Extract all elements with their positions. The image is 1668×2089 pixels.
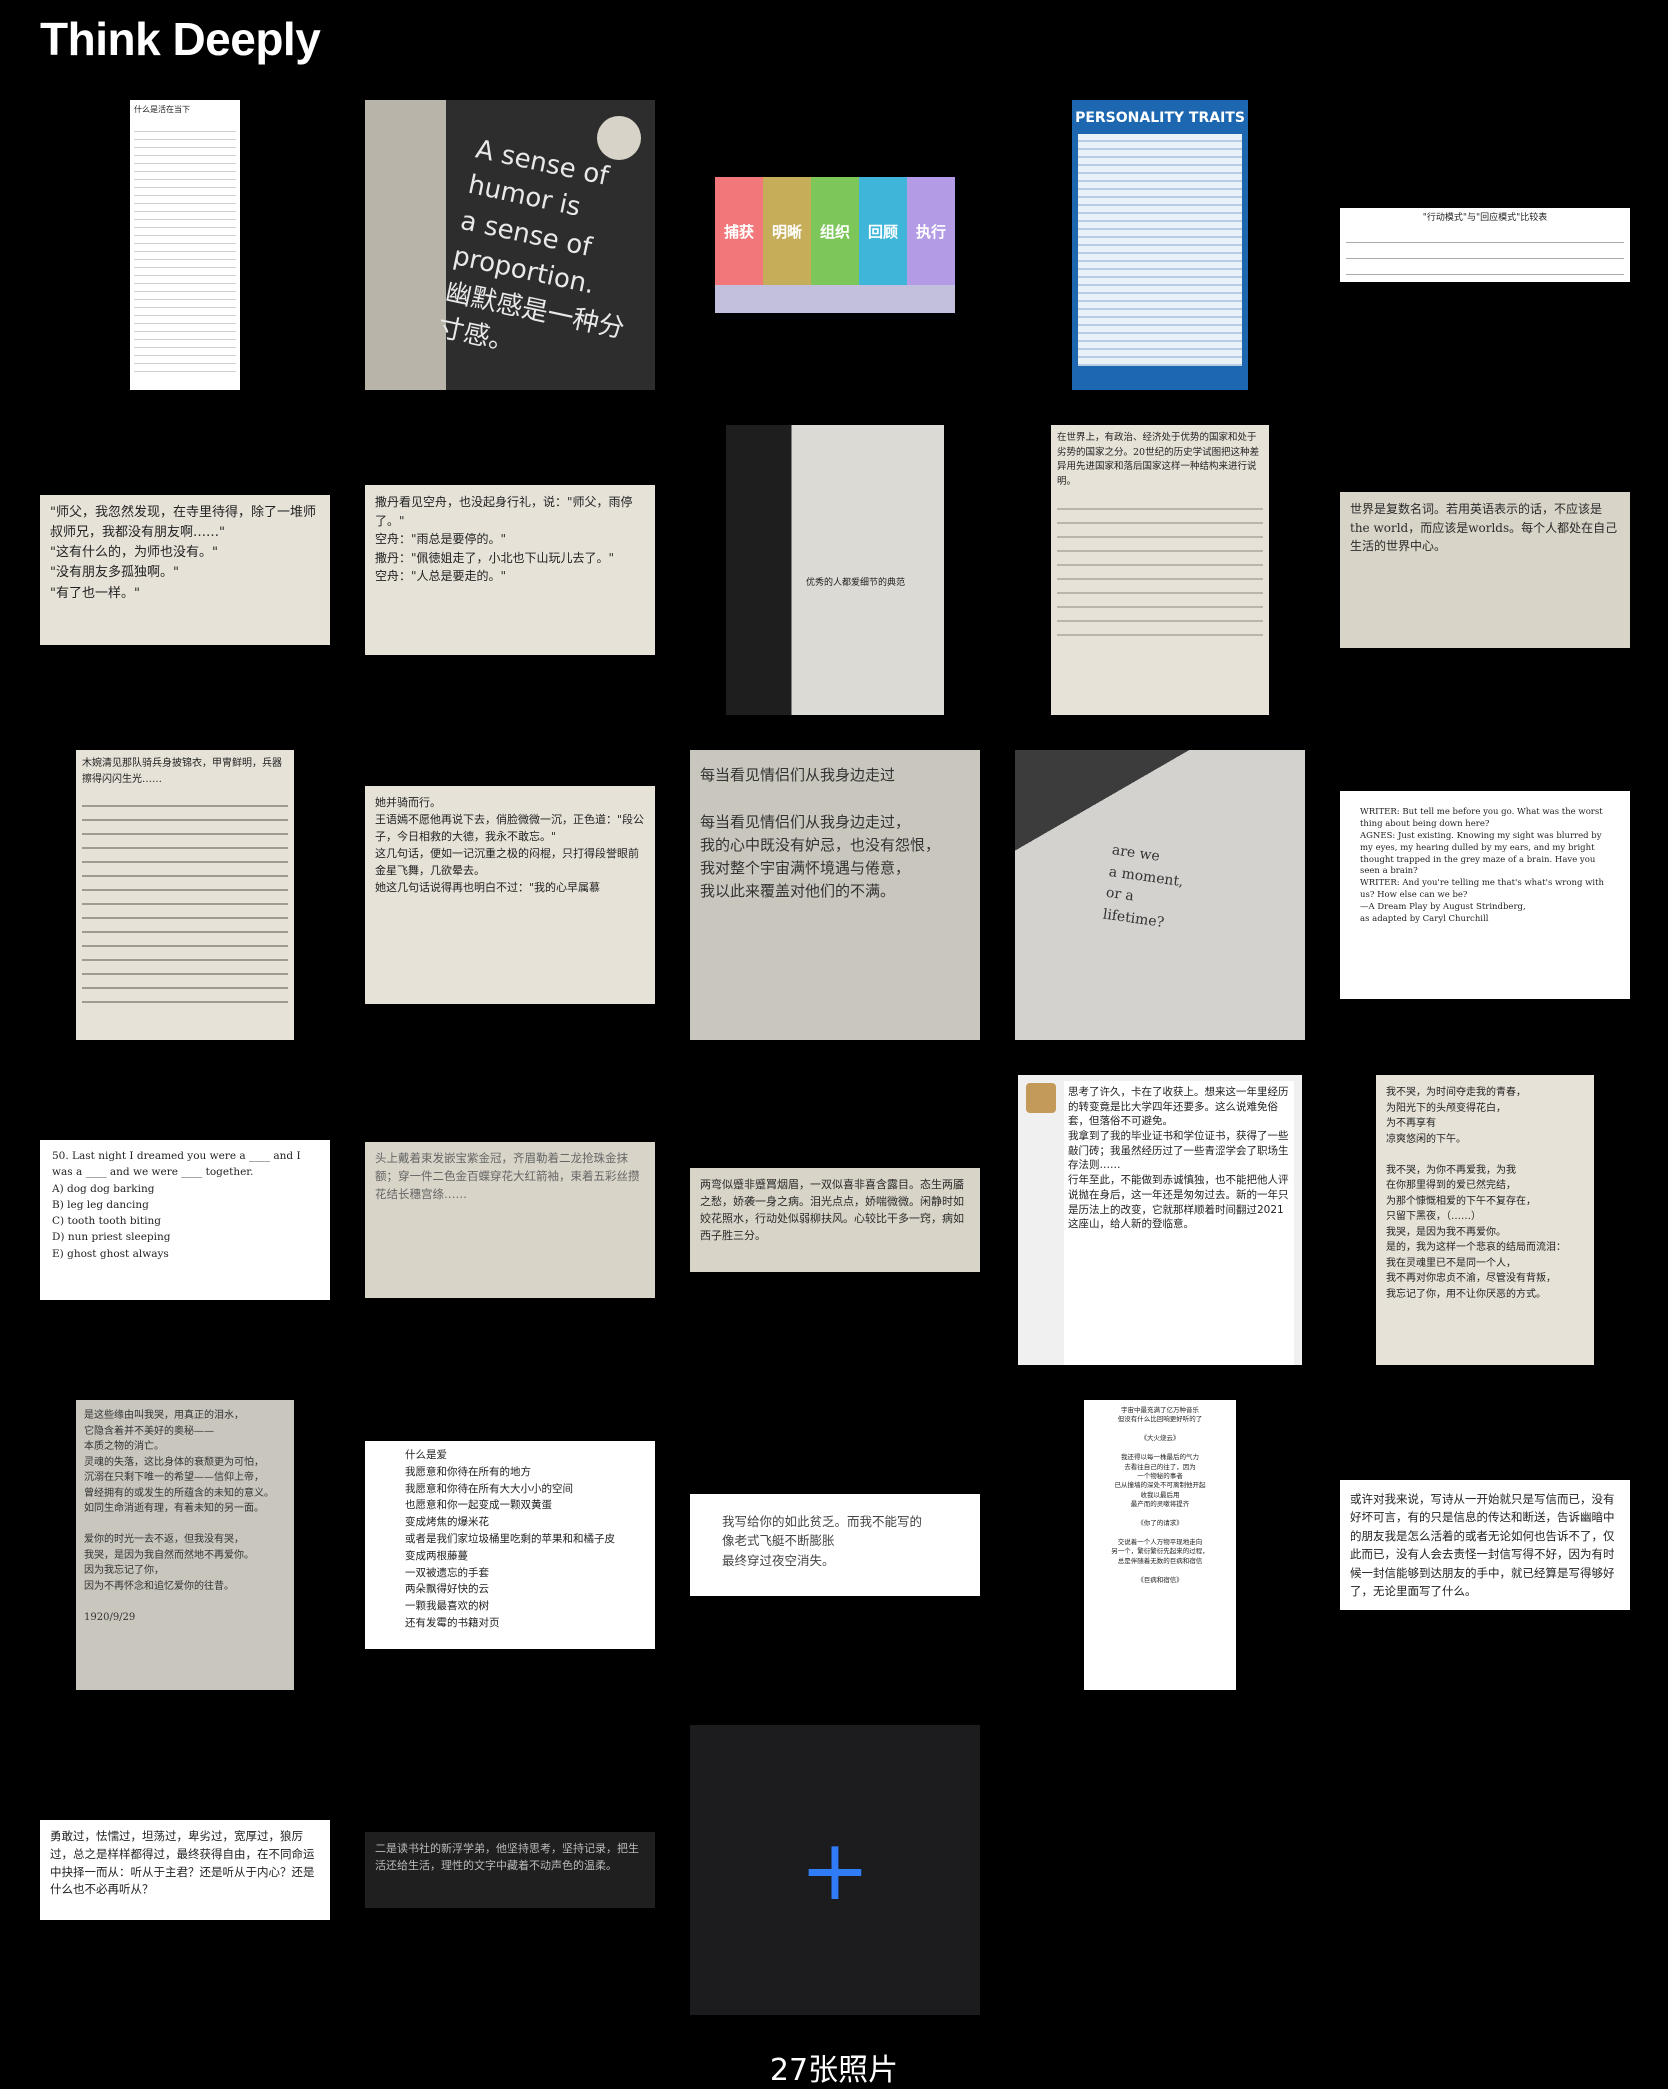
photo-text: are we a moment, or a lifetime? bbox=[1101, 842, 1185, 932]
photo-item[interactable]: 什么是爱 我愿意和你待在所有的地方 我愿意和你待在所有大大小小的空间 也愿意和你… bbox=[365, 1400, 655, 1690]
photo-text: 她并骑而行。 王语嫣不愿他再说下去，俏脸微微一沉，正色道："段公子，今日相救的大… bbox=[375, 796, 645, 895]
photo-item[interactable]: are we a moment, or a lifetime? bbox=[1015, 750, 1305, 1040]
photo-text: WRITER: But tell me before you go. What … bbox=[1360, 807, 1604, 925]
photo-text: 勇敢过，怯懦过，坦荡过，卑劣过，宽厚过，狼厉过，总之是样样都得过，最终获得自由，… bbox=[50, 1829, 315, 1897]
photo-item[interactable]: 头上戴着束发嵌宝紫金冠，齐眉勒着二龙抢珠金抹额；穿一件二色金百蝶穿花大红箭袖，束… bbox=[365, 1075, 655, 1365]
avatar bbox=[1026, 1083, 1056, 1113]
strip-segment: 明晰 bbox=[763, 177, 811, 285]
photo-text: 头上戴着束发嵌宝紫金冠，齐眉勒着二龙抢珠金抹额；穿一件二色金百蝶穿花大红箭袖，束… bbox=[375, 1151, 640, 1201]
photo-text: 在世界上，有政治、经济处于优势的国家和处于劣势的国家之分。20世纪的历史学试图把… bbox=[1057, 432, 1260, 488]
photo-text: 木婉清见那队骑兵身披锦衣，甲冑鲜明，兵器擦得闪闪生光…… bbox=[82, 758, 282, 785]
photo-text: 两弯似蹙非蹙罥烟眉，一双似喜非喜含露目。态生两靥之愁，娇袭一身之病。泪光点点，娇… bbox=[700, 1178, 964, 1243]
photo-item[interactable]: 在世界上，有政治、经济处于优势的国家和处于劣势的国家之分。20世纪的历史学试图把… bbox=[1015, 425, 1305, 715]
photo-text: 什么是爱 我愿意和你待在所有的地方 我愿意和你待在所有大大小小的空间 也愿意和你… bbox=[405, 1449, 615, 1629]
photo-text: "师父，我忽然发现，在寺里待得，除了一堆师叔师兄，我都没有朋友啊……" "这有什… bbox=[50, 505, 316, 601]
photo-item[interactable]: 撒丹看见空舟，也没起身行礼，说："师父，雨停了。" 空舟："雨总是要停的。" 撒… bbox=[365, 425, 655, 715]
text-lines bbox=[1057, 495, 1263, 646]
photo-item[interactable]: 世界是复数名词。若用英语表示的话，不应该是the world，而应该是world… bbox=[1340, 425, 1630, 715]
photo-text: 世界是复数名词。若用英语表示的话，不应该是the world，而应该是world… bbox=[1350, 502, 1618, 554]
photo-text: 或许对我来说，写诗从一开始就只是写信而已，没有好坏可言，有的只是信息的传达和断送… bbox=[1350, 1492, 1615, 1598]
photo-text: 宇宙中最充满了亿万种音乐 但没有什么比回响更好听的了 《大火烧云》 我还得以每一… bbox=[1111, 1406, 1209, 1584]
photo-item[interactable]: 二是读书社的新浮学弟，他坚持思考，坚持记录，把生活还给生活，理性的文字中藏着不动… bbox=[365, 1725, 655, 2015]
photo-item[interactable]: PERSONALITY TRAITS bbox=[1015, 100, 1305, 390]
photo-item[interactable]: "师父，我忽然发现，在寺里待得，除了一堆师叔师兄，我都没有朋友啊……" "这有什… bbox=[40, 425, 330, 715]
photo-item[interactable]: 什么是活在当下 bbox=[40, 100, 330, 390]
photo-grid: 什么是活在当下 A sense of humor is a sense of p… bbox=[40, 100, 1630, 2015]
poster-body bbox=[1078, 134, 1242, 366]
text-lines bbox=[82, 793, 288, 1003]
photo-item[interactable]: 思考了许久，卡在了收获上。想来这一年里经历的转变竟是比大学四年还要多。这么说难免… bbox=[1015, 1075, 1305, 1365]
plus-icon: + bbox=[799, 1821, 871, 1919]
page-title: Think Deeply bbox=[40, 13, 321, 65]
photo-text: 我写给你的如此贫乏。而我不能写的 像老式飞艇不断膨胀 最终穿过夜空消失。 bbox=[722, 1514, 923, 1568]
photo-item[interactable]: 50. Last night I dreamed you were a ____… bbox=[40, 1075, 330, 1365]
strip-segment: 捕获 bbox=[715, 177, 763, 285]
photo-item[interactable]: 木婉清见那队骑兵身披锦衣，甲冑鲜明，兵器擦得闪闪生光…… bbox=[40, 750, 330, 1040]
add-photo-button[interactable]: + bbox=[690, 1725, 980, 2015]
photo-item[interactable]: 我不哭，为时间夺走我的青春， 为阳光下的头颅变得花白， 为不再享有 凉爽悠闲的下… bbox=[1340, 1075, 1630, 1365]
photo-item[interactable]: 她并骑而行。 王语嫣不愿他再说下去，俏脸微微一沉，正色道："段公子，今日相救的大… bbox=[365, 750, 655, 1040]
photo-item[interactable]: 捕获 明晰 组织 回顾 执行 bbox=[690, 100, 980, 390]
photo-text: 我不哭，为时间夺走我的青春， 为阳光下的头颅变得花白， 为不再享有 凉爽悠闲的下… bbox=[1386, 1087, 1566, 1300]
table-grid bbox=[1346, 227, 1624, 277]
photo-count: 27张照片 bbox=[769, 2053, 899, 2088]
photo-text: 每当看见情侣们从我身边走过 每当看见情侣们从我身边走过， 我的心中既没有妒忌，也… bbox=[700, 766, 941, 901]
photo-item[interactable]: 优秀的人都爱细节的典范 bbox=[690, 425, 980, 715]
photo-text: 优秀的人都爱细节的典范 bbox=[806, 578, 906, 588]
photo-item[interactable]: 宇宙中最充满了亿万种音乐 但没有什么比回响更好听的了 《大火烧云》 我还得以每一… bbox=[1015, 1400, 1305, 1690]
strip-segment: 回顾 bbox=[859, 177, 907, 285]
photo-text: "行动模式"与"回应模式"比较表 bbox=[1422, 213, 1548, 223]
photo-item[interactable]: 每当看见情侣们从我身边走过 每当看见情侣们从我身边走过， 我的心中既没有妒忌，也… bbox=[690, 750, 980, 1040]
photo-text: 思考了许久，卡在了收获上。想来这一年里经历的转变竟是比大学四年还要多。这么说难免… bbox=[1064, 1081, 1294, 1365]
photo-item[interactable]: 是这些缘由叫我哭，用真正的泪水， 它隐含着并不美好的奥秘—— 本质之物的消亡。 … bbox=[40, 1400, 330, 1690]
photo-text: 是这些缘由叫我哭，用真正的泪水， 它隐含着并不美好的奥秘—— 本质之物的消亡。 … bbox=[84, 1410, 274, 1623]
photo-item[interactable]: "行动模式"与"回应模式"比较表 bbox=[1340, 100, 1630, 390]
photo-item[interactable]: WRITER: But tell me before you go. What … bbox=[1340, 750, 1630, 1040]
photo-item[interactable]: 勇敢过，怯懦过，坦荡过，卑劣过，宽厚过，狼厉过，总之是样样都得过，最终获得自由，… bbox=[40, 1725, 330, 2015]
article-lines bbox=[134, 124, 236, 375]
photo-item[interactable]: A sense of humor is a sense of proportio… bbox=[365, 100, 655, 390]
photo-item[interactable]: 我写给你的如此贫乏。而我不能写的 像老式飞艇不断膨胀 最终穿过夜空消失。 bbox=[690, 1400, 980, 1690]
strip-caption-band bbox=[715, 285, 955, 313]
photo-text: 撒丹看见空舟，也没起身行礼，说："师父，雨停了。" 空舟："雨总是要停的。" 撒… bbox=[375, 495, 633, 584]
photo-text: A sense of humor is a sense of proportio… bbox=[435, 134, 628, 359]
hook-shape bbox=[597, 116, 641, 160]
strip-segment: 组织 bbox=[811, 177, 859, 285]
photo-item[interactable]: 两弯似蹙非蹙罥烟眉，一双似喜非喜含露目。态生两靥之愁，娇袭一身之病。泪光点点，娇… bbox=[690, 1075, 980, 1365]
strip-segment: 执行 bbox=[907, 177, 955, 285]
photo-text: 50. Last night I dreamed you were a ____… bbox=[52, 1150, 301, 1260]
photo-text: PERSONALITY TRAITS bbox=[1075, 110, 1245, 126]
photo-item[interactable]: 或许对我来说，写诗从一开始就只是写信而已，没有好坏可言，有的只是信息的传达和断送… bbox=[1340, 1400, 1630, 1690]
photo-text: 什么是活在当下 bbox=[134, 105, 190, 114]
photo-text: 二是读书社的新浮学弟，他坚持思考，坚持记录，把生活还给生活，理性的文字中藏着不动… bbox=[375, 1842, 639, 1873]
